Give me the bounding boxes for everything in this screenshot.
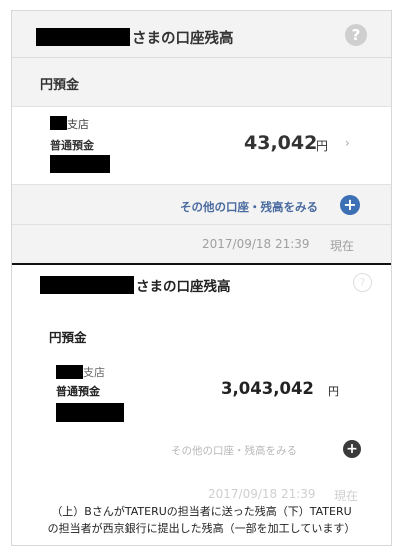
caption-line-1: （上）BさんがTATERUの担当者に送った残高（下）TATERU xyxy=(51,505,352,518)
currency-heading: 円預金 xyxy=(49,330,87,345)
redacted-name xyxy=(36,28,130,46)
image-frame: さまの口座残高 ? 円預金 支店 普通預金 43,042 円 › その他の口座・… xyxy=(11,10,392,546)
timestamp: 2017/09/18 21:39 xyxy=(208,487,316,501)
branch-label: 支店 xyxy=(67,118,89,131)
branch-label: 支店 xyxy=(83,366,105,379)
redacted-account-number xyxy=(56,403,124,422)
redacted-account-number xyxy=(50,155,110,173)
other-accounts-link[interactable]: その他の口座・残高をみる xyxy=(180,199,318,215)
chevron-right-icon: › xyxy=(345,136,350,150)
page-title: さまの口座残高 xyxy=(132,31,234,47)
timestamp-suffix: 現在 xyxy=(334,489,359,501)
account-row[interactable]: 支店 普通預金 43,042 円 › xyxy=(12,106,391,185)
question-circle-icon[interactable]: ? xyxy=(345,24,367,46)
other-accounts-link: その他の口座・残高をみる xyxy=(171,445,297,457)
currency-unit: 円 xyxy=(328,385,339,398)
balance-amount: 43,042 xyxy=(244,132,318,154)
redacted-branch-name xyxy=(50,116,67,130)
account-type: 普通預金 xyxy=(56,385,100,398)
divider xyxy=(12,224,391,225)
timestamp-suffix: 現在 xyxy=(330,239,355,253)
caption-line-2: の担当者が西京銀行に提出した残高（一部を加工しています） xyxy=(47,522,356,535)
balance-amount: 3,043,042 xyxy=(221,379,314,398)
redacted-branch-name xyxy=(56,365,83,379)
redacted-name xyxy=(40,276,134,294)
balance-screenshot-original: さまの口座残高 ? 円預金 支店 普通預金 43,042 円 › その他の口座・… xyxy=(12,11,391,263)
plus-circle-icon[interactable]: + xyxy=(340,195,360,215)
currency-heading: 円預金 xyxy=(40,78,80,93)
account-type: 普通預金 xyxy=(50,139,94,152)
page-title: さまの口座残高 xyxy=(136,279,231,295)
currency-unit: 円 xyxy=(316,139,329,153)
figure-caption: （上）BさんがTATERUの担当者に送った残高（下）TATERU の担当者が西京… xyxy=(12,503,391,537)
question-circle-icon: ? xyxy=(353,273,372,292)
timestamp: 2017/09/18 21:39 xyxy=(202,237,310,251)
divider xyxy=(12,57,391,58)
balance-screenshot-submitted: さまの口座残高 ? 円預金 支店 普通預金 3,043,042 円 その他の口座… xyxy=(12,265,391,501)
plus-circle-icon: + xyxy=(343,440,361,458)
